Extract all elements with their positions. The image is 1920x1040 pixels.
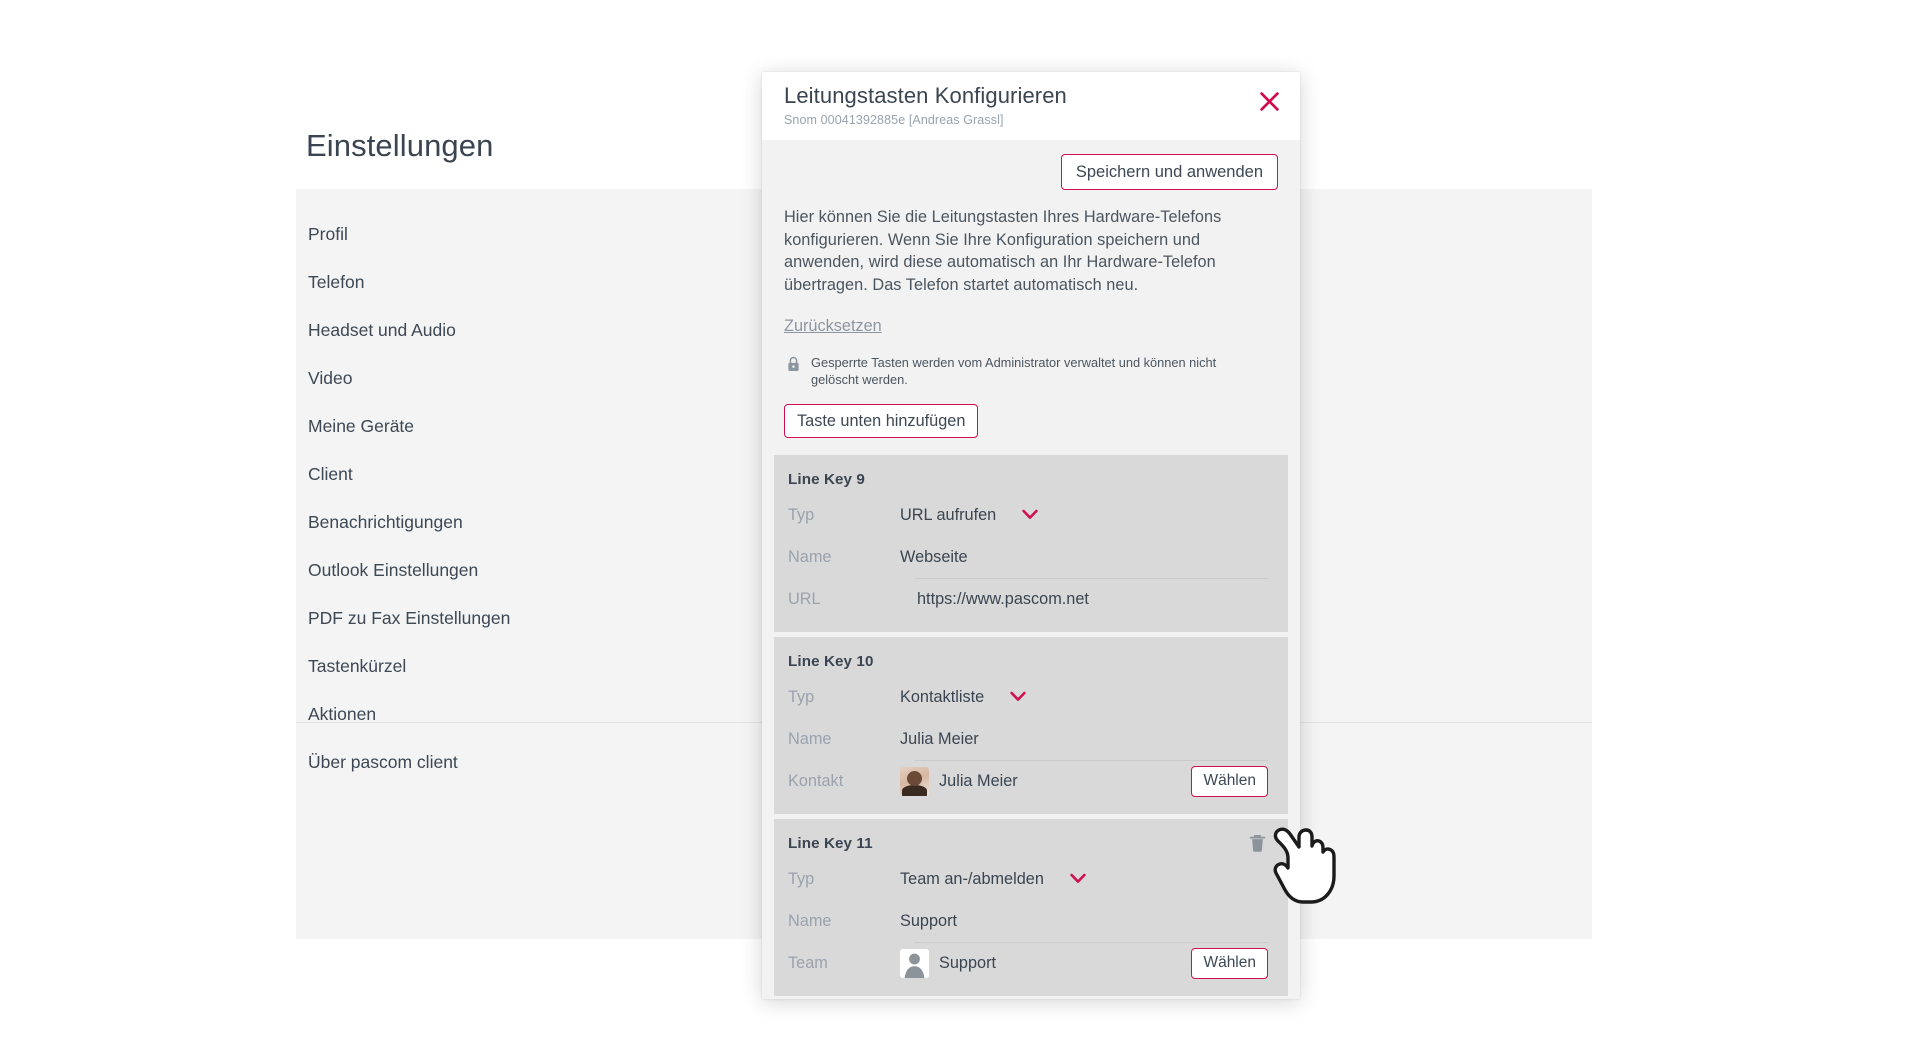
line-key-card: Line Key 9 Typ URL aufrufen Name Webseite URL… <box>774 455 1288 632</box>
line-key-target-name: Julia Meier <box>939 771 1018 790</box>
save-row: Speichern und anwenden <box>762 140 1300 200</box>
line-key-type-row: Typ Team an-/abmelden <box>788 858 1268 900</box>
chevron-down-icon <box>1010 688 1026 707</box>
add-key-below-button[interactable]: Taste unten hinzufügen <box>784 404 979 438</box>
line-key-name-row: Name Support <box>788 900 1268 942</box>
dialog-subtitle: Snom 00041392885e [Andreas Grassl] <box>784 113 1004 127</box>
line-key-name-input[interactable]: Webseite <box>900 548 1268 567</box>
line-key-target-name: Support <box>939 953 997 972</box>
line-key-type-value: Team an-/abmelden <box>900 870 1268 889</box>
line-key-name-label: Name <box>788 729 832 748</box>
app-window: Einstellungen Profil Telefon Headset und A… <box>0 0 1920 1040</box>
dialog-header: Leitungstasten Konfigurieren Snom 000413… <box>762 72 1300 140</box>
line-key-name-label: Name <box>788 911 832 930</box>
page-title: Einstellungen <box>306 128 494 163</box>
line-key-type-label: Typ <box>788 505 815 524</box>
line-key-title: Line Key 11 <box>788 834 873 852</box>
line-key-type-select[interactable]: Team an-/abmelden <box>900 870 1086 889</box>
line-key-detail-label: URL <box>788 589 821 608</box>
line-key-type-label: Typ <box>788 869 815 888</box>
line-key-name-input[interactable]: Julia Meier <box>900 730 1268 749</box>
line-key-type-value: URL aufrufen <box>900 506 1268 525</box>
row-separator <box>915 578 1268 579</box>
line-key-type-row: Typ URL aufrufen <box>788 494 1268 536</box>
line-key-type-select[interactable]: URL aufrufen <box>900 506 1038 525</box>
dialog-description: Hier können Sie die Leitungstasten Ihres… <box>784 208 1222 294</box>
line-key-name-input[interactable]: Support <box>900 912 1268 931</box>
configure-line-keys-dialog: Leitungstasten Konfigurieren Snom 000413… <box>762 72 1300 999</box>
line-key-type-selected-value: Team an-/abmelden <box>900 869 1044 888</box>
line-key-detail-row: Kontakt Julia Meier Wählen <box>788 760 1268 802</box>
locked-keys-note-text: Gesperrte Tasten werden vom Administrato… <box>811 355 1217 387</box>
dialog-body: Speichern und anwenden Hier können Sie d… <box>762 140 1300 999</box>
sidebar-item-label: Tastenkürzel <box>308 656 407 676</box>
line-key-type-row: Typ Kontaktliste <box>788 676 1268 718</box>
sidebar-item-label: Telefon <box>308 272 365 292</box>
line-key-type-label: Typ <box>788 687 815 706</box>
line-key-card-header: Line Key 9 <box>788 464 1268 494</box>
reset-link[interactable]: Zurücksetzen <box>784 317 882 335</box>
row-separator <box>915 760 1268 761</box>
sidebar-item-label: Meine Geräte <box>308 416 415 436</box>
line-key-title: Line Key 10 <box>788 652 874 670</box>
sidebar-item-label: Benachrichtigungen <box>308 512 463 532</box>
trash-icon[interactable] <box>1246 832 1268 854</box>
line-key-detail-row: Team Support Wählen <box>788 942 1268 984</box>
line-key-title: Line Key 9 <box>788 470 865 488</box>
line-key-card-header: Line Key 10 <box>788 646 1268 676</box>
line-key-type-value: Kontaktliste <box>900 688 1268 707</box>
line-key-detail-label: Kontakt <box>788 771 844 790</box>
choose-button[interactable]: Wählen <box>1191 947 1268 979</box>
line-key-card-header: Line Key 11 <box>788 828 1268 858</box>
close-icon[interactable] <box>1252 84 1286 118</box>
sidebar-item-label: Über pascom client <box>308 752 458 772</box>
reset-link-wrapper: Zurücksetzen <box>762 296 1300 336</box>
add-key-row: Taste unten hinzufügen <box>762 388 1300 438</box>
line-key-target-cell: Julia Meier Wählen <box>900 765 1268 797</box>
line-key-url-input[interactable]: https://www.pascom.net <box>900 590 1268 609</box>
line-key-type-selected-value: Kontaktliste <box>900 687 985 706</box>
locked-keys-note: Gesperrte Tasten werden vom Administrato… <box>762 336 1300 388</box>
lock-icon <box>787 356 800 377</box>
save-and-apply-button[interactable]: Speichern und anwenden <box>1060 154 1278 190</box>
line-key-name-row: Name Julia Meier <box>788 718 1268 760</box>
line-key-detail-label: Team <box>788 953 828 972</box>
sidebar-item-label: Profil <box>308 224 348 244</box>
chevron-down-icon <box>1022 506 1038 525</box>
line-key-name-row: Name Webseite <box>788 536 1268 578</box>
line-keys-list: Line Key 9 Typ URL aufrufen Name Webseite URL… <box>762 455 1300 996</box>
line-key-target-cell: Support Wählen <box>900 947 1268 979</box>
chevron-down-icon <box>1070 870 1086 889</box>
line-key-card: Line Key 10 Typ Kontaktliste Name Julia Meie… <box>774 637 1288 814</box>
line-key-card: Line Key 11 Typ Team an-/abmelden Name Suppo… <box>774 819 1288 996</box>
line-key-type-selected-value: URL aufrufen <box>900 505 997 524</box>
dialog-title: Leitungstasten Konfigurieren <box>784 83 1067 108</box>
sidebar-item-label: Headset und Audio <box>308 320 456 340</box>
line-key-type-select[interactable]: Kontaktliste <box>900 688 1026 707</box>
row-separator <box>915 942 1268 943</box>
avatar <box>900 766 929 796</box>
sidebar-item-label: Client <box>308 464 353 484</box>
sidebar-item-label: PDF zu Fax Einstellungen <box>308 608 511 628</box>
choose-button[interactable]: Wählen <box>1191 765 1268 797</box>
sidebar-item-label: Outlook Einstellungen <box>308 560 479 580</box>
line-key-detail-row: URL https://www.pascom.net <box>788 578 1268 620</box>
sidebar-item-label: Video <box>308 368 353 388</box>
line-key-name-label: Name <box>788 547 832 566</box>
avatar <box>900 948 929 978</box>
